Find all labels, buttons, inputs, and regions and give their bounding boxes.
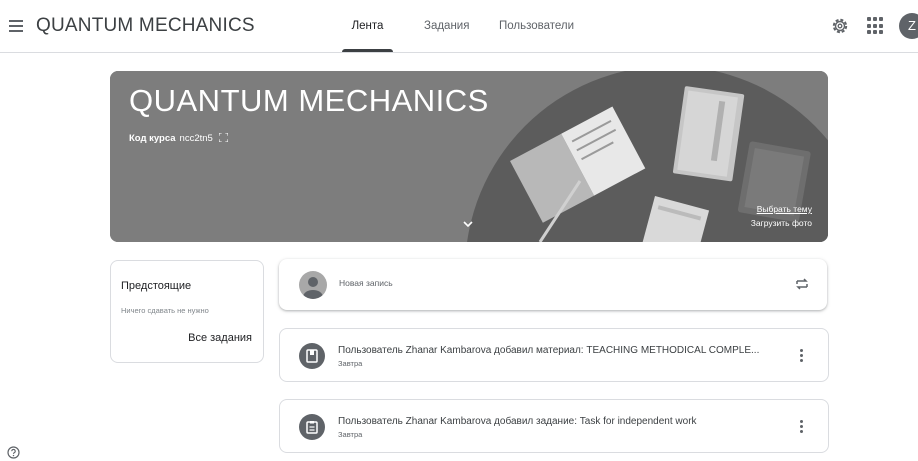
course-title: QUANTUM MECHANICS (129, 83, 489, 118)
stream-item[interactable]: Пользователь Zhanar Kambarova добавил ма… (279, 328, 829, 382)
repost-icon[interactable] (794, 276, 810, 292)
choose-theme-link[interactable]: Выбрать тему (757, 204, 812, 214)
stream-item-date: Завтра (338, 359, 363, 368)
user-avatar (299, 271, 327, 299)
gear-icon[interactable] (830, 16, 850, 36)
upcoming-subtitle: Ничего сдавать не нужно (121, 306, 209, 315)
more-options-icon[interactable] (800, 349, 804, 363)
stream-item[interactable]: Пользователь Zhanar Kambarova добавил за… (279, 399, 829, 453)
upload-photo-link[interactable]: Загрузить фото (751, 218, 812, 228)
all-assignments-link[interactable]: Все задания (188, 332, 252, 344)
new-post-composer[interactable]: Новая запись (279, 259, 827, 310)
stream-item-text: Пользователь Zhanar Kambarova добавил ма… (338, 345, 760, 356)
course-banner: QUANTUM MECHANICS Код курса ncc2tn5 Выбра… (110, 71, 828, 242)
course-code-label: Код курса (129, 133, 176, 144)
stream-item-text: Пользователь Zhanar Kambarova добавил за… (338, 416, 697, 427)
top-bar: QUANTUM MECHANICS Лента Задания Пользова… (0, 0, 918, 53)
fullscreen-icon[interactable] (219, 133, 229, 142)
assignment-icon (299, 414, 325, 440)
upcoming-card: Предстоящие Ничего сдавать не нужно Все … (110, 260, 264, 363)
course-code-value: ncc2tn5 (179, 133, 213, 144)
tab-people[interactable]: Пользователи (499, 0, 574, 52)
course-code: Код курса ncc2tn5 (129, 133, 229, 144)
material-icon (299, 343, 325, 369)
upcoming-title: Предстоящие (121, 280, 192, 292)
tab-stream[interactable]: Лента (342, 0, 393, 52)
help-icon[interactable] (7, 446, 20, 459)
stream-item-date: Завтра (338, 430, 363, 439)
more-options-icon[interactable] (800, 420, 804, 434)
menu-icon[interactable] (7, 17, 25, 35)
apps-grid-icon[interactable] (867, 17, 885, 35)
new-post-input[interactable]: Новая запись (339, 278, 393, 288)
tab-classwork[interactable]: Задания (424, 0, 469, 52)
app-title[interactable]: QUANTUM MECHANICS (36, 15, 255, 37)
chevron-down-icon[interactable] (462, 218, 474, 230)
avatar[interactable]: Z (899, 13, 918, 39)
